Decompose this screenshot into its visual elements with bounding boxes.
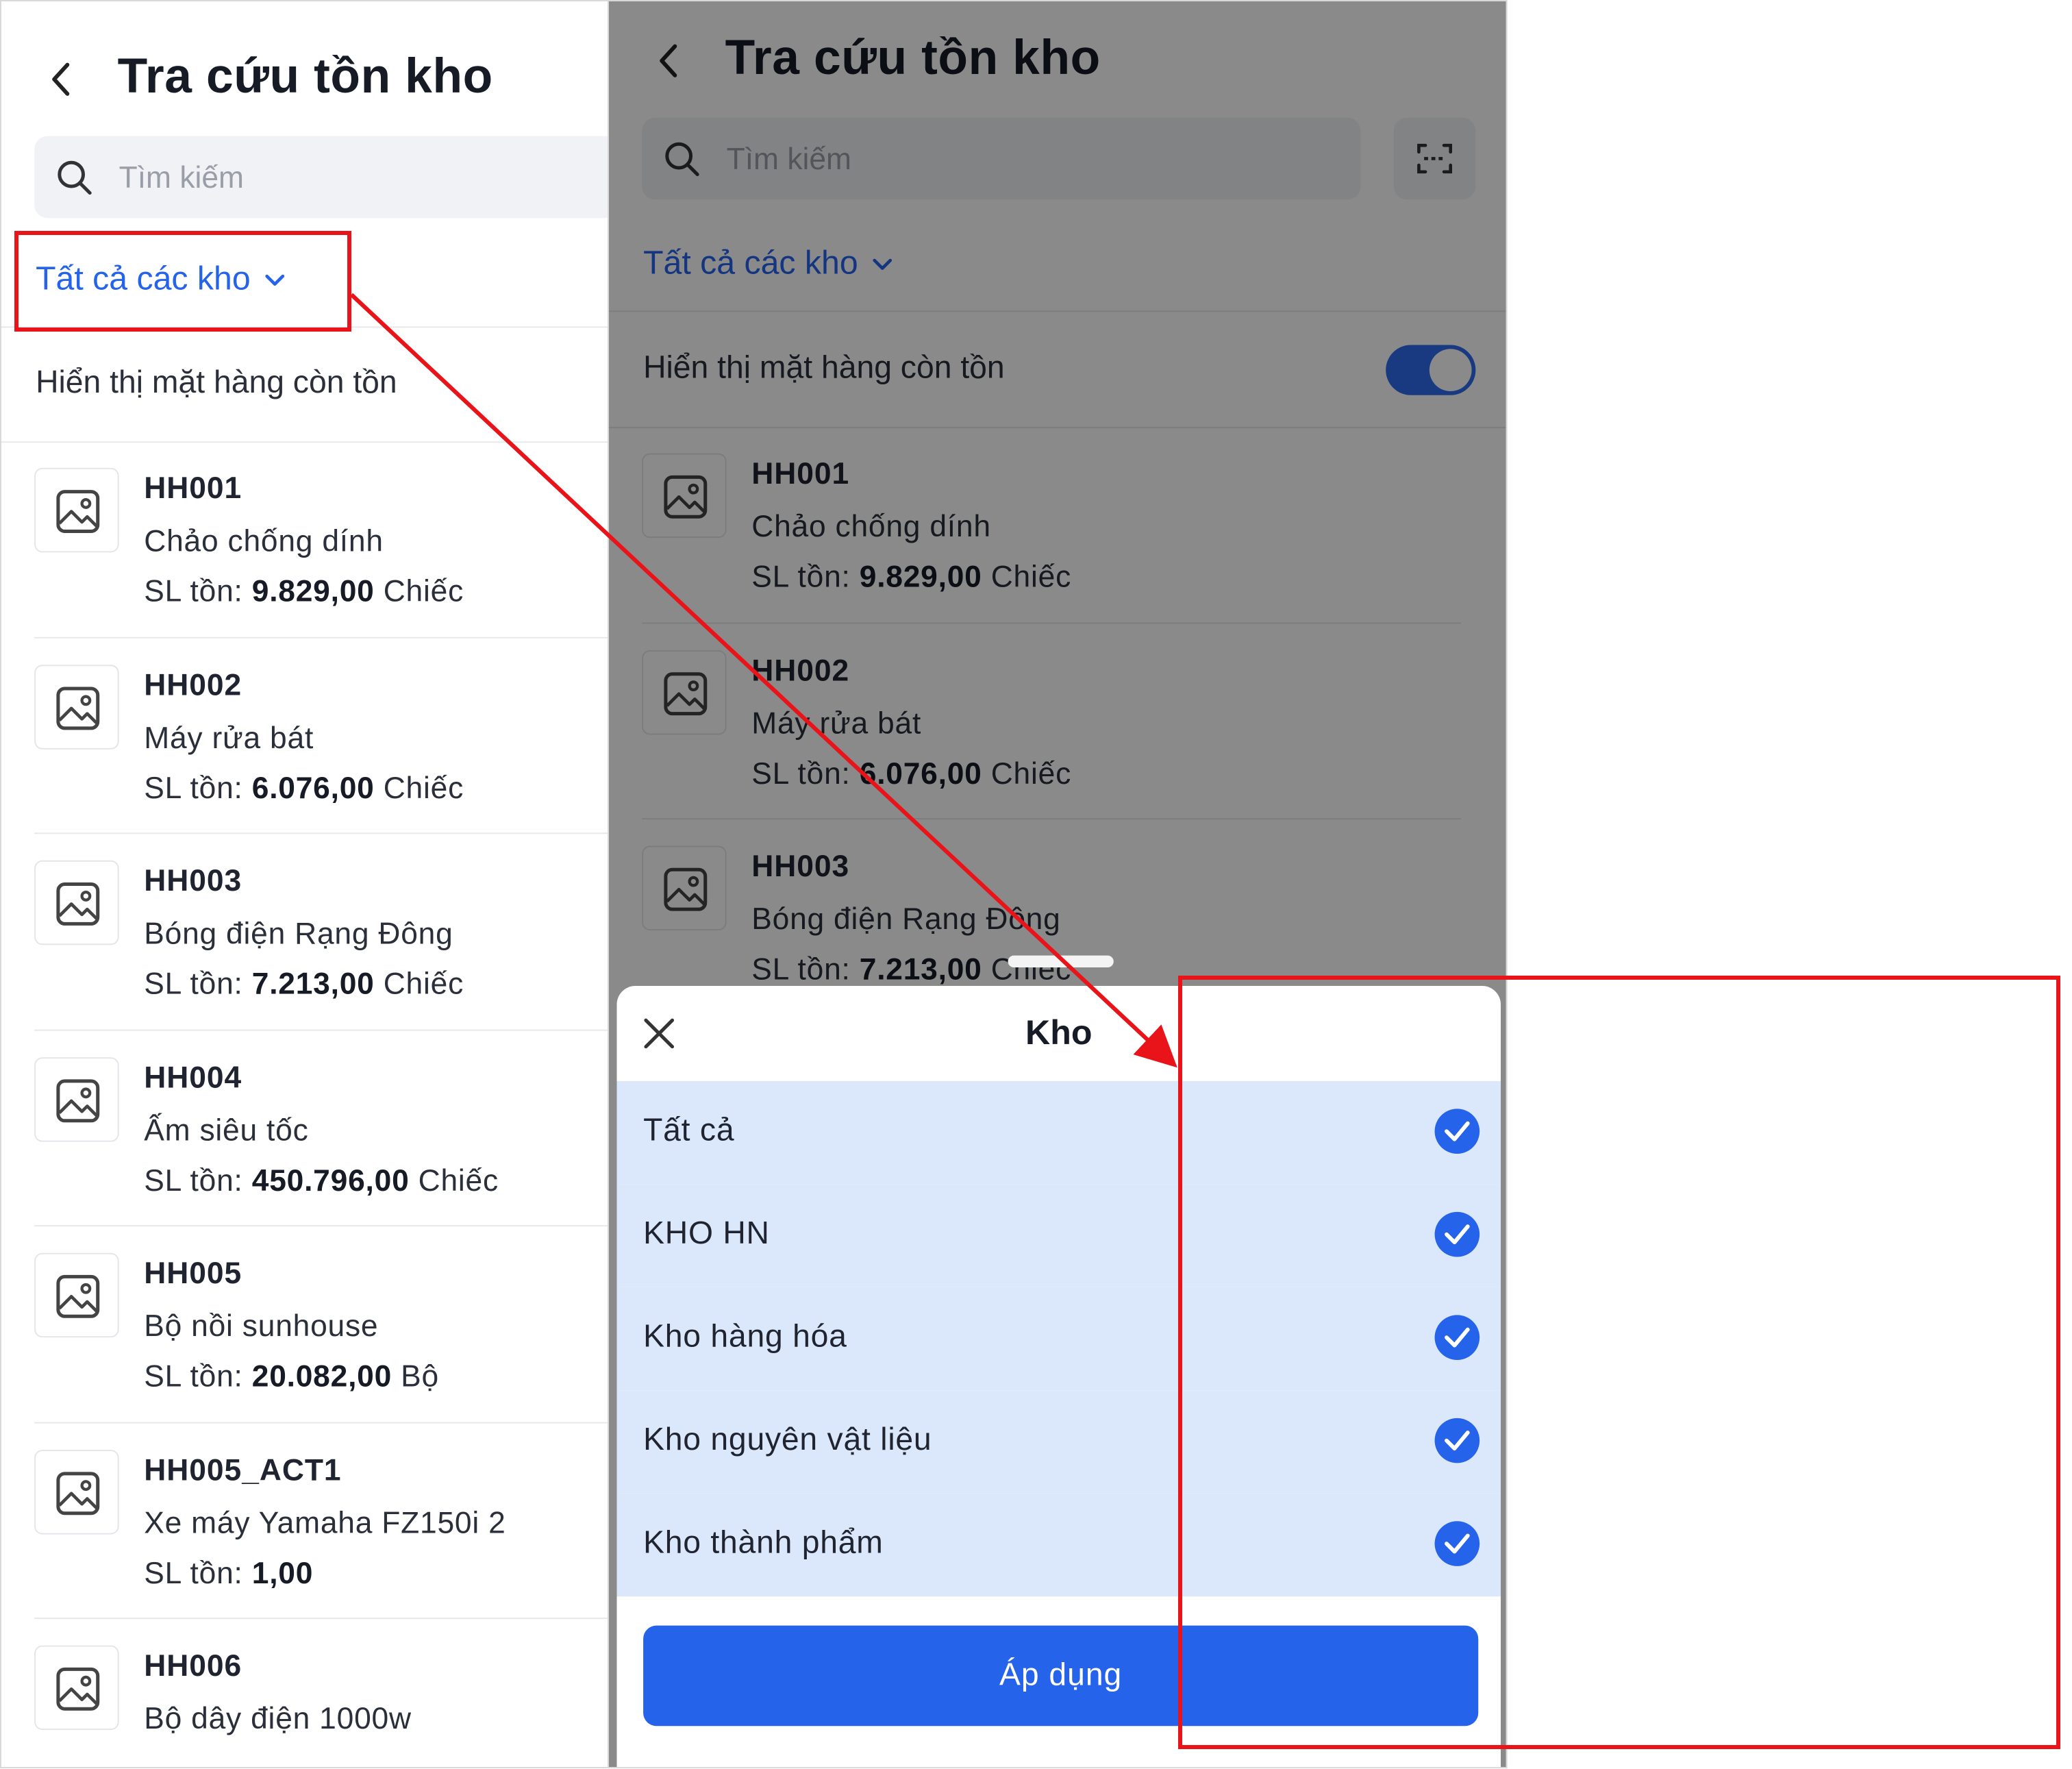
annotation-arrow <box>349 293 1177 1068</box>
canvas: Tra cứu tồn kho Tìm kiếm Tất cả các kho … <box>0 0 2072 1769</box>
